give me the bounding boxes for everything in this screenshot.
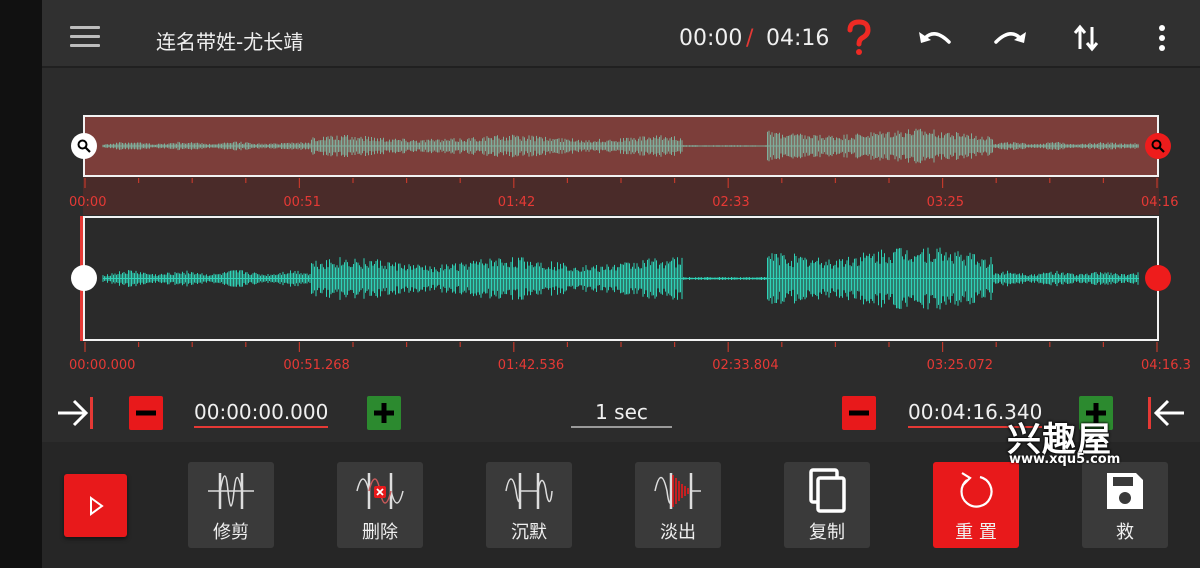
overview-tick-marks xyxy=(84,178,1158,188)
trim-label: 修剪 xyxy=(213,522,249,543)
more-vertical-icon[interactable] xyxy=(1142,18,1182,58)
tick-label: 00:51 xyxy=(283,195,321,210)
tick-label: 01:42.536 xyxy=(497,358,565,373)
current-time: 00:00 xyxy=(679,26,743,51)
tick-label: 00:51.268 xyxy=(283,358,350,373)
tick-label: 01:42 xyxy=(497,195,536,210)
selection-start-handle[interactable] xyxy=(71,265,97,291)
watermark-logo: 兴趣屋 www.xqu5.com xyxy=(1007,412,1127,472)
copy-icon xyxy=(784,464,870,518)
copy-button[interactable]: 复制 xyxy=(784,462,870,548)
save-label: 救 xyxy=(1116,522,1134,543)
menu-icon[interactable] xyxy=(70,26,100,48)
tick-label: 03:25.072 xyxy=(926,358,994,373)
overview-end-zoom-icon[interactable] xyxy=(1145,133,1171,159)
help-icon[interactable] xyxy=(839,18,879,58)
fade-out-label: 淡出 xyxy=(660,522,696,543)
waveform-editor[interactable] xyxy=(83,216,1159,341)
tick-label: 02:33.804 xyxy=(712,358,779,373)
audio-editor-app: 连名带姓-尤长靖 00:00 / 04:16 00:00 00:51 01:42 02… xyxy=(42,0,1200,568)
reset-button[interactable]: 重 置 xyxy=(933,462,1019,548)
top-bar: 连名带姓-尤长靖 00:00 / 04:16 xyxy=(42,0,1200,68)
total-time: 04:16 xyxy=(766,26,830,51)
delete-label: 删除 xyxy=(362,522,398,543)
tick-label: 00:00 xyxy=(69,195,107,210)
track-title: 连名带姓-尤长靖 xyxy=(156,30,304,54)
tick-label: 02:33 xyxy=(712,195,750,210)
save-icon xyxy=(1082,464,1168,518)
step-size-field[interactable]: 1 sec xyxy=(571,400,672,428)
silence-label: 沉默 xyxy=(511,522,547,543)
play-button[interactable] xyxy=(64,474,127,537)
delete-segment-icon xyxy=(337,464,423,518)
reset-icon xyxy=(933,464,1019,518)
end-minus-button[interactable] xyxy=(842,396,876,430)
start-plus-button[interactable] xyxy=(367,396,401,430)
start-time-field[interactable]: 00:00:00.000 xyxy=(194,400,329,428)
delete-segment-button[interactable]: 删除 xyxy=(337,462,423,548)
tick-label: 03:25 xyxy=(926,195,965,210)
reset-label: 重 置 xyxy=(955,522,997,543)
swap-vertical-icon[interactable] xyxy=(1066,18,1106,58)
jump-to-end-icon[interactable] xyxy=(1146,395,1186,431)
left-edge xyxy=(0,0,42,568)
trim-icon xyxy=(188,464,274,518)
copy-label: 复制 xyxy=(809,522,845,543)
tick-label: 04:16 xyxy=(1141,195,1179,210)
overview-waveform xyxy=(102,128,1139,164)
undo-icon[interactable] xyxy=(915,18,955,58)
tick-label: 04:16.3 xyxy=(1141,358,1191,373)
overview-selection[interactable] xyxy=(83,115,1159,177)
fade-out-icon xyxy=(635,464,721,518)
waveform-tick-marks xyxy=(84,342,1158,352)
jump-to-start-icon[interactable] xyxy=(56,395,96,431)
overview-start-zoom-icon[interactable] xyxy=(71,133,97,159)
silence-icon xyxy=(486,464,572,518)
save-button[interactable]: 救 xyxy=(1082,462,1168,548)
main-waveform xyxy=(102,247,1139,310)
fade-out-button[interactable]: 淡出 xyxy=(635,462,721,548)
selection-end-handle[interactable] xyxy=(1145,265,1171,291)
tick-label: 00:00.000 xyxy=(69,358,136,373)
trim-button[interactable]: 修剪 xyxy=(188,462,274,548)
watermark-url: www.xqu5.com xyxy=(1009,452,1121,467)
time-separator: / xyxy=(746,26,754,51)
play-icon xyxy=(89,495,104,516)
silence-button[interactable]: 沉默 xyxy=(486,462,572,548)
start-minus-button[interactable] xyxy=(129,396,163,430)
redo-icon[interactable] xyxy=(990,18,1030,58)
